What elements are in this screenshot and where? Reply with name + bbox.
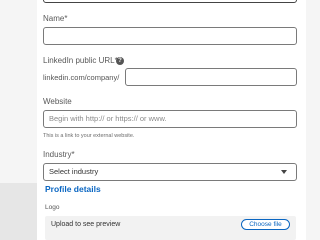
right-gutter — [306, 0, 320, 240]
upload-preview-text: Upload to see preview — [51, 221, 121, 228]
name-input[interactable] — [43, 27, 297, 45]
website-label: Website — [43, 97, 72, 106]
website-input[interactable]: Begin with http:// or https:// or www. — [43, 110, 297, 128]
website-helper-text: This is a link to your external website. — [43, 133, 135, 139]
linkedin-url-input[interactable] — [125, 68, 297, 86]
industry-label: Industry* — [43, 150, 75, 159]
linkedin-url-label: LinkedIn public URL* — [43, 56, 118, 65]
left-gutter-lower — [0, 183, 37, 240]
choose-file-button[interactable]: Choose file — [241, 219, 290, 230]
name-label: Name* — [43, 14, 68, 23]
previous-field-edge — [43, 0, 297, 3]
chevron-down-icon — [281, 170, 287, 174]
industry-select-value: Select industry — [49, 167, 99, 176]
left-gutter — [0, 0, 37, 240]
linkedin-url-prefix: linkedin.com/company/ — [43, 73, 120, 82]
profile-details-heading: Profile details — [45, 184, 101, 194]
industry-select[interactable]: Select industry — [43, 163, 297, 181]
info-icon[interactable]: ? — [116, 57, 124, 65]
logo-label: Logo — [45, 204, 60, 211]
